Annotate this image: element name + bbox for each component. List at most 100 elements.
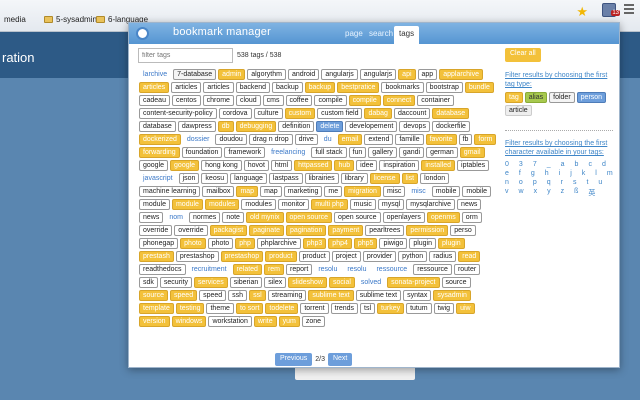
- tag-chip[interactable]: misc: [407, 186, 429, 197]
- tag-chip[interactable]: nom: [165, 212, 187, 223]
- tag-chip[interactable]: prestashop: [220, 251, 264, 262]
- tag-chip[interactable]: perso: [450, 225, 476, 236]
- tag-chip[interactable]: workstation: [208, 316, 252, 327]
- tag-chip[interactable]: pearltrees: [365, 225, 405, 236]
- menu-icon[interactable]: [624, 4, 634, 16]
- tag-chip[interactable]: turkey: [377, 303, 405, 314]
- tag-chip[interactable]: resolu: [343, 264, 370, 275]
- char-filter-item[interactable]: q: [547, 179, 551, 186]
- tag-chip[interactable]: router: [453, 264, 481, 275]
- clear-all-button[interactable]: Clear all: [505, 48, 541, 62]
- tag-chip[interactable]: mobile: [462, 186, 491, 197]
- tag-chip[interactable]: drive: [294, 134, 318, 145]
- tag-chip[interactable]: sonata-project: [387, 277, 440, 288]
- tag-chip[interactable]: db: [217, 121, 234, 132]
- tag-chip[interactable]: map: [260, 186, 282, 197]
- tag-chip[interactable]: google: [139, 160, 169, 171]
- bookmark-star-icon[interactable]: ★: [576, 4, 588, 20]
- tag-chip[interactable]: packagist: [209, 225, 248, 236]
- tag-chip[interactable]: api: [398, 69, 416, 80]
- char-filter-item[interactable]: d: [602, 161, 606, 168]
- tag-chip[interactable]: tutum: [406, 303, 432, 314]
- tag-chip[interactable]: culture: [253, 108, 283, 119]
- tag-chip[interactable]: recruitment: [188, 264, 231, 275]
- tag-chip[interactable]: source: [139, 290, 169, 301]
- tag-chip[interactable]: news: [139, 212, 164, 223]
- tag-chip[interactable]: mobile: [431, 186, 461, 197]
- tag-chip[interactable]: marketing: [283, 186, 323, 197]
- tag-chip[interactable]: paginate: [249, 225, 285, 236]
- tag-chip[interactable]: security: [159, 277, 193, 288]
- char-filter-item[interactable]: c: [588, 161, 592, 168]
- tag-chip[interactable]: cadeau: [139, 95, 170, 106]
- tag-chip[interactable]: migration: [344, 186, 381, 197]
- tag-chip[interactable]: definition: [278, 121, 315, 132]
- tag-chip[interactable]: admin: [218, 69, 246, 80]
- tag-chip[interactable]: freelancing: [267, 147, 309, 158]
- tag-chip[interactable]: resolu: [314, 264, 341, 275]
- tag-chip[interactable]: ssh: [228, 290, 248, 301]
- tag-chip[interactable]: fb: [458, 134, 473, 145]
- tag-chip[interactable]: javascript: [139, 173, 177, 184]
- tag-chip[interactable]: articles: [139, 82, 170, 93]
- tag-chip[interactable]: dawpress: [177, 121, 216, 132]
- char-filter-item[interactable]: f: [519, 170, 521, 177]
- tag-chip[interactable]: zone: [301, 316, 326, 327]
- tag-chip[interactable]: phonegap: [139, 238, 179, 249]
- char-filter-item[interactable]: r: [561, 179, 563, 186]
- tag-chip[interactable]: dossier: [183, 134, 214, 145]
- tag-chip[interactable]: permission: [406, 225, 449, 236]
- tag-chip[interactable]: silex: [264, 277, 287, 288]
- char-filter-item[interactable]: 英: [588, 188, 595, 198]
- tag-chip[interactable]: debugging: [235, 121, 277, 132]
- tag-chip[interactable]: backup: [272, 82, 303, 93]
- tag-chip[interactable]: installed: [421, 160, 456, 171]
- tag-chip[interactable]: articles: [171, 82, 202, 93]
- tag-chip[interactable]: old mynix: [245, 212, 284, 223]
- tag-chip[interactable]: project: [331, 251, 361, 262]
- tag-chip[interactable]: inspiration: [379, 160, 420, 171]
- tag-chip[interactable]: library: [340, 173, 368, 184]
- char-filter-item[interactable]: 0: [505, 161, 509, 168]
- tag-chip[interactable]: php: [235, 238, 255, 249]
- tag-chip[interactable]: news: [457, 199, 482, 210]
- tag-chip[interactable]: source: [441, 277, 471, 288]
- tag-chip[interactable]: speed: [170, 290, 198, 301]
- tag-chip[interactable]: sublime text: [355, 290, 402, 301]
- tab-tags[interactable]: tags: [394, 26, 420, 44]
- char-filter-item[interactable]: 3: [519, 161, 523, 168]
- tag-chip[interactable]: sysadmin: [433, 290, 471, 301]
- tag-chip[interactable]: extend: [364, 134, 394, 145]
- tag-chip[interactable]: write: [253, 316, 277, 327]
- bookmark-folder[interactable]: 5-sysadmin: [44, 15, 97, 24]
- tag-chip[interactable]: music: [349, 199, 376, 210]
- char-filter-item[interactable]: 7: [533, 161, 537, 168]
- char-filter-item[interactable]: v: [505, 188, 509, 198]
- char-filter-item[interactable]: n: [505, 179, 509, 186]
- tag-chip[interactable]: chrome: [202, 95, 234, 106]
- tag-chip[interactable]: idee: [356, 160, 378, 171]
- char-filter-item[interactable]: k: [582, 170, 586, 177]
- char-filter-item[interactable]: u: [598, 179, 602, 186]
- tag-chip[interactable]: list: [401, 173, 419, 184]
- char-filter-item[interactable]: m: [607, 170, 613, 177]
- bookmark-folder[interactable]: media: [4, 15, 26, 24]
- char-filter-item[interactable]: x: [534, 188, 538, 198]
- tag-chip[interactable]: openlayers: [382, 212, 425, 223]
- tag-chip[interactable]: pagination: [286, 225, 327, 236]
- tag-chip[interactable]: larchive: [139, 69, 171, 80]
- char-filter-item[interactable]: b: [575, 161, 579, 168]
- tag-chip[interactable]: angularjs: [321, 69, 358, 80]
- tag-chip[interactable]: centos: [171, 95, 201, 106]
- tag-chip[interactable]: dockerized: [139, 134, 181, 145]
- tag-chip[interactable]: html: [270, 160, 293, 171]
- tag-chip[interactable]: note: [222, 212, 244, 223]
- tag-chip[interactable]: override: [174, 225, 208, 236]
- filter-tags-input[interactable]: [138, 48, 233, 63]
- tag-chip[interactable]: language: [230, 173, 267, 184]
- char-filter-item[interactable]: y: [547, 188, 551, 198]
- tag-chip[interactable]: testing: [175, 303, 205, 314]
- tag-chip[interactable]: multi php: [311, 199, 348, 210]
- tag-chip[interactable]: custom field: [317, 108, 363, 119]
- tag-chip[interactable]: bestpratice: [337, 82, 380, 93]
